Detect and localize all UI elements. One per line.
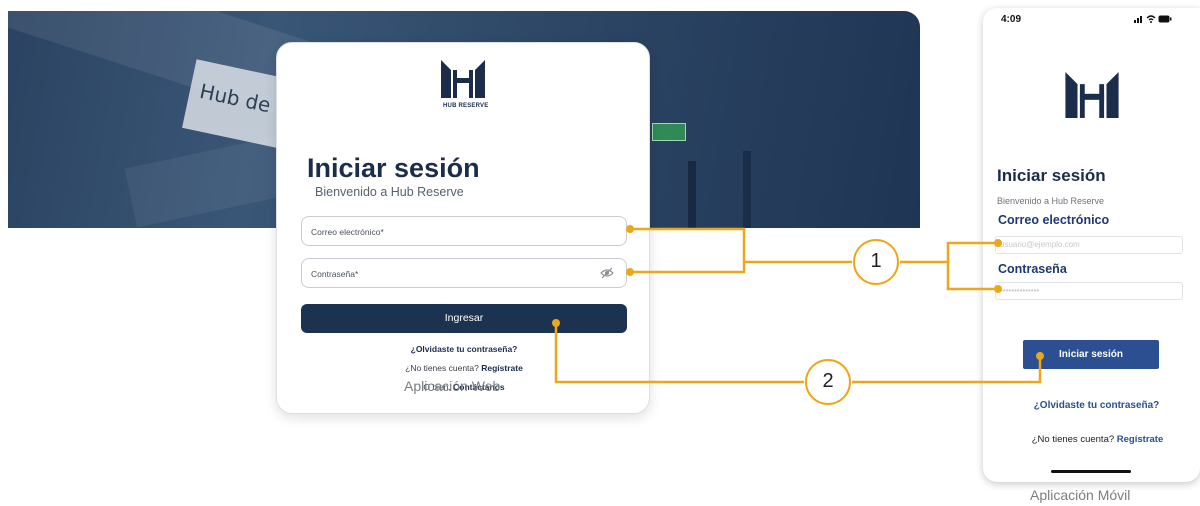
annotation-dot (994, 239, 1002, 247)
annotation-dot (552, 319, 560, 327)
connector-2-web (554, 323, 804, 384)
annotation-dot (626, 268, 634, 276)
annotation-dot (626, 225, 634, 233)
connector-1-password (630, 262, 746, 274)
connector-1-email (630, 227, 852, 264)
annotation-badge-2: 2 (805, 359, 851, 405)
annotation-dot (994, 285, 1002, 293)
annotation-dot (1036, 352, 1044, 360)
annotation-connectors (554, 227, 1042, 384)
annotation-badge-1: 1 (853, 239, 899, 285)
connector-1-mobile-pw (946, 262, 998, 291)
connector-2-mobile (852, 356, 1042, 384)
connector-1-mobile (900, 241, 998, 264)
